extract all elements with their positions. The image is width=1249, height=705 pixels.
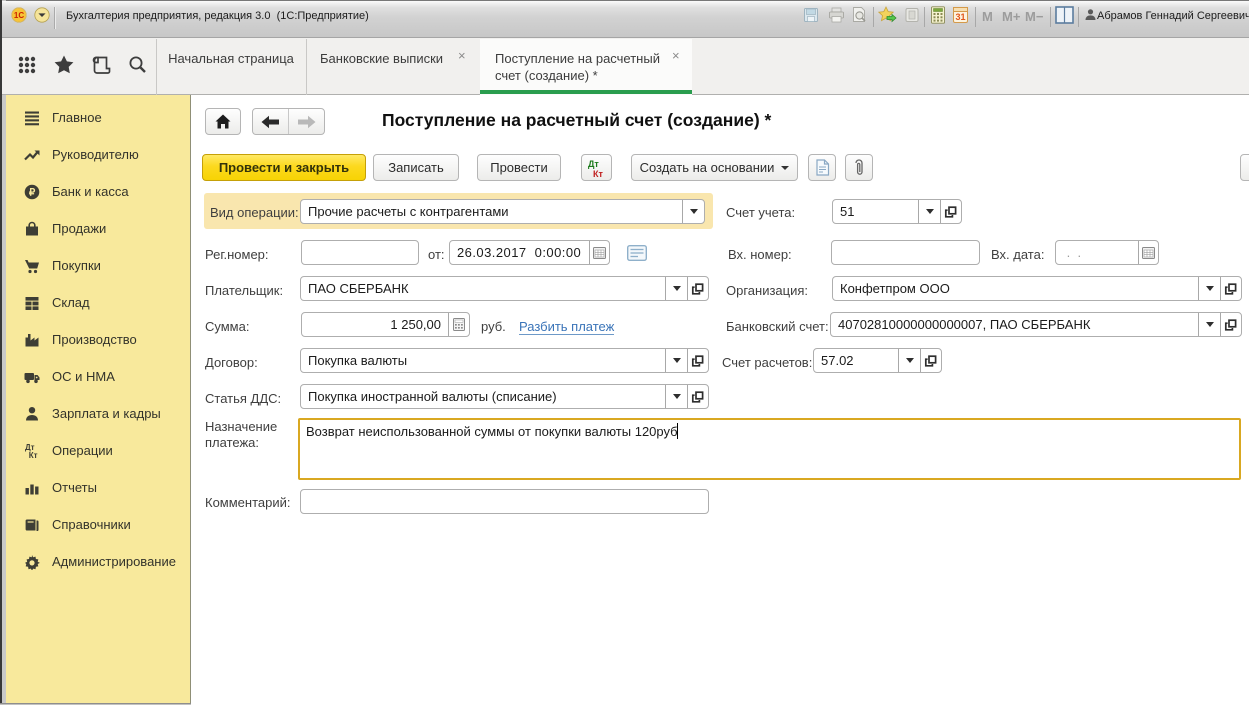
- svg-text:1C: 1C: [14, 11, 24, 20]
- svg-text:31: 31: [955, 12, 965, 22]
- svg-text:₽: ₽: [29, 187, 36, 198]
- svg-text:Дт: Дт: [588, 159, 599, 169]
- svg-text:Кт: Кт: [593, 169, 603, 178]
- svg-text:Кт: Кт: [29, 451, 38, 459]
